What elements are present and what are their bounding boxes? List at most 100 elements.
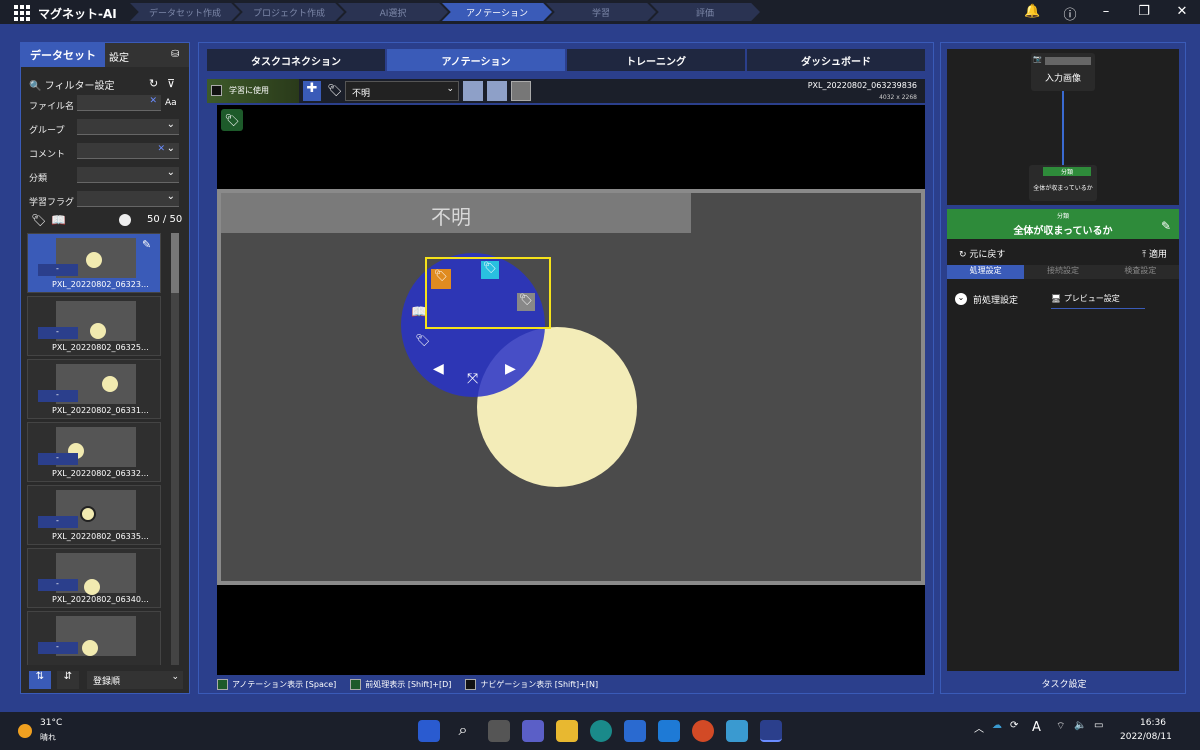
thumbnail-label: PXL_20220802_06332… bbox=[52, 469, 149, 478]
tab-dashboard[interactable]: ダッシュボード bbox=[747, 49, 927, 71]
checkbox[interactable] bbox=[217, 679, 228, 690]
annotation-display-toggle[interactable]: アノテーション表示 [Space] bbox=[217, 679, 336, 690]
step-annotation[interactable]: アノテーション bbox=[442, 3, 552, 21]
thumbnail-item[interactable]: - bbox=[27, 611, 161, 665]
image-viewer[interactable]: 🏷 不明 🏷 🏷 🏷 📖 🏷 ◀ ⤧ ▶ bbox=[217, 105, 925, 675]
database-icon[interactable]: ⛁ bbox=[171, 49, 179, 60]
green-tag-icon[interactable]: 🏷 bbox=[415, 333, 430, 347]
chevron-down-icon[interactable]: ⌄ bbox=[955, 293, 967, 305]
powerpoint-icon[interactable] bbox=[692, 720, 714, 742]
sort-ascending-icon[interactable]: ⇅ bbox=[29, 671, 51, 689]
edge-icon[interactable] bbox=[590, 720, 612, 742]
weather-temp[interactable]: 31°C bbox=[40, 718, 62, 728]
thumbnail-scrollbar[interactable] bbox=[171, 233, 179, 665]
color-swatch[interactable] bbox=[511, 81, 531, 101]
tool-button-1[interactable] bbox=[463, 81, 483, 101]
thumbnail-item[interactable]: - PXL_20220802_06340… bbox=[27, 548, 161, 608]
onedrive-icon[interactable]: ☁ bbox=[992, 720, 1002, 731]
wifi-icon[interactable]: ⌔ bbox=[1056, 720, 1065, 733]
explorer-icon[interactable] bbox=[556, 720, 578, 742]
clock-time[interactable]: 16:36 bbox=[1140, 718, 1166, 728]
filename-input[interactable]: ✕ bbox=[77, 95, 161, 111]
classification-select[interactable]: ⌄ bbox=[77, 167, 179, 183]
mail-icon[interactable] bbox=[624, 720, 646, 742]
task-settings-button[interactable]: タスク設定 bbox=[941, 677, 1187, 690]
thumbnail-item[interactable]: - PXL_20220802_06331… bbox=[27, 359, 161, 419]
start-icon[interactable] bbox=[418, 720, 440, 742]
sort-descending-icon[interactable]: ⇵ bbox=[57, 671, 79, 689]
tag-icon[interactable]: 🏷 bbox=[31, 213, 46, 227]
navigation-display-toggle[interactable]: ナビゲーション表示 [Shift]+[N] bbox=[465, 679, 598, 690]
preview-settings-button[interactable]: 🖥 プレビュー設定 bbox=[1051, 293, 1145, 309]
clear-icon[interactable]: ✕ bbox=[157, 144, 165, 154]
step-project[interactable]: プロジェクト作成 bbox=[234, 3, 344, 21]
task-header-small: 分類 bbox=[1056, 213, 1069, 220]
weather-sun-icon[interactable] bbox=[18, 724, 32, 738]
clear-icon[interactable]: ✕ bbox=[149, 96, 157, 106]
task-view-icon[interactable] bbox=[488, 720, 510, 742]
tab-settings[interactable]: 設定 bbox=[109, 49, 129, 64]
learn-flag-select[interactable]: ⌄ bbox=[77, 191, 179, 207]
tab-task-connection[interactable]: タスクコネクション bbox=[207, 49, 387, 71]
tab-dataset[interactable]: データセット bbox=[21, 43, 105, 67]
volume-icon[interactable]: 🔈 bbox=[1074, 720, 1086, 731]
class-select[interactable]: 不明 ⌄ bbox=[345, 81, 459, 101]
tab-annotation[interactable]: アノテーション bbox=[387, 49, 567, 71]
group-select[interactable]: ⌄ bbox=[77, 119, 179, 135]
ime-indicator[interactable]: A bbox=[1032, 720, 1041, 735]
teams-icon[interactable] bbox=[522, 720, 544, 742]
preprocess-display-toggle[interactable]: 前処理表示 [Shift]+[D] bbox=[350, 679, 451, 690]
checkbox[interactable] bbox=[350, 679, 362, 690]
thumbnail-item[interactable]: - PXL_20220802_06335… bbox=[27, 485, 161, 545]
step-dataset[interactable]: データセット作成 bbox=[130, 3, 240, 21]
battery-icon[interactable]: ▭ bbox=[1094, 720, 1103, 731]
search-icon[interactable]: ⌕ bbox=[452, 720, 474, 742]
add-tag-icon[interactable]: ✚ bbox=[303, 81, 321, 101]
restore-icon[interactable]: ❐ bbox=[1136, 4, 1152, 19]
checkbox[interactable] bbox=[465, 679, 477, 690]
fit-screen-icon[interactable]: ⤧ bbox=[467, 371, 478, 387]
step-evaluation[interactable]: 評価 bbox=[650, 3, 760, 21]
edit-pencil-icon[interactable]: ✎ bbox=[1161, 219, 1171, 233]
edit-pencil-icon[interactable]: ✎ bbox=[142, 238, 151, 251]
book-icon[interactable]: 📖 bbox=[51, 213, 66, 227]
info-icon[interactable]: ⓘ bbox=[1062, 4, 1078, 23]
bell-icon[interactable]: 🔔 bbox=[1024, 4, 1040, 19]
magnet-ai-icon[interactable] bbox=[760, 720, 782, 742]
tag-icon[interactable]: 🏷 bbox=[327, 83, 342, 97]
previous-arrow-icon[interactable]: ◀ bbox=[433, 361, 444, 377]
refresh-icon[interactable]: ↻ bbox=[149, 77, 158, 90]
tab-connection-settings[interactable]: 接続設定 bbox=[1024, 265, 1102, 279]
tab-training[interactable]: トレーニング bbox=[567, 49, 747, 71]
app-icon[interactable] bbox=[726, 720, 748, 742]
chevron-up-icon[interactable]: ︿ bbox=[974, 720, 984, 735]
calendar-icon[interactable] bbox=[658, 720, 680, 742]
comment-input[interactable]: ✕ ⌄ bbox=[77, 143, 179, 159]
step-ai-select[interactable]: AI選択 bbox=[338, 3, 448, 21]
radial-menu[interactable]: 🏷 🏷 🏷 📖 🏷 ◀ ⤧ ▶ bbox=[401, 253, 551, 397]
clear-filter-icon[interactable]: ⊽ bbox=[167, 77, 175, 90]
sort-order-select[interactable]: 登録順 ⌄ bbox=[87, 671, 183, 689]
tool-button-2[interactable] bbox=[487, 81, 507, 101]
tab-inspection-settings[interactable]: 検査設定 bbox=[1101, 265, 1179, 279]
sync-icon[interactable]: ⟳ bbox=[1010, 720, 1018, 731]
close-icon[interactable]: ✕ bbox=[1174, 4, 1190, 19]
thumbnail-item[interactable]: - PXL_20220802_06332… bbox=[27, 422, 161, 482]
weather-desc[interactable]: 晴れ bbox=[40, 732, 56, 743]
match-case-toggle[interactable]: Aa bbox=[165, 98, 177, 108]
tab-process-settings[interactable]: 処理設定 bbox=[947, 265, 1025, 279]
next-arrow-icon[interactable]: ▶ bbox=[505, 361, 516, 377]
clock-date[interactable]: 2022/08/11 bbox=[1120, 732, 1172, 742]
input-node[interactable]: 📷 入力画像 bbox=[1031, 53, 1095, 91]
minimize-icon[interactable]: – bbox=[1098, 4, 1114, 19]
thumbnail-item[interactable]: - PXL_20220802_06323… ✎ bbox=[27, 233, 161, 293]
classification-node[interactable]: 分類 全体が収まっているか bbox=[1029, 165, 1097, 201]
use-for-learning-checkbox[interactable] bbox=[211, 85, 222, 96]
undo-button[interactable]: ↻ 元に戻す bbox=[959, 247, 1005, 260]
apply-button[interactable]: ⤒ 適用 bbox=[1142, 247, 1167, 260]
app-menu-icon[interactable] bbox=[14, 5, 30, 21]
step-learning[interactable]: 学習 bbox=[546, 3, 656, 21]
tag-icon[interactable]: 🏷 bbox=[221, 109, 243, 131]
thumbnail-item[interactable]: - PXL_20220802_06325… bbox=[27, 296, 161, 356]
thumbnail-list: - PXL_20220802_06323… ✎ - PXL_20220802_0… bbox=[27, 233, 169, 665]
